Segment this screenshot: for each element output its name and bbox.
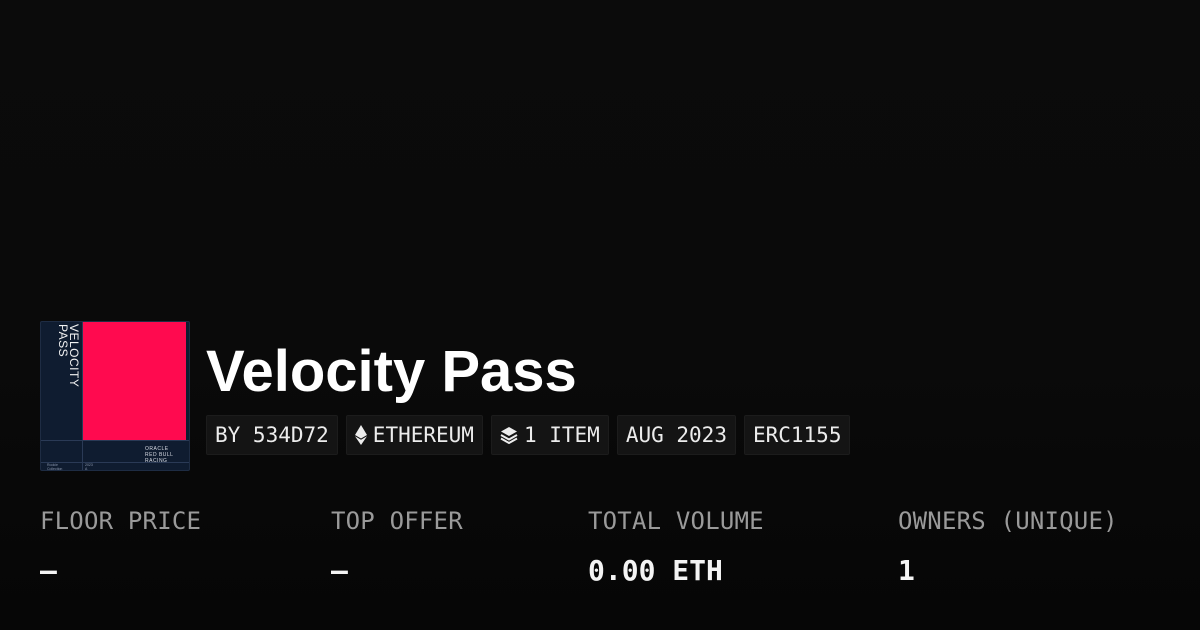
item-count-tag-label: 1 ITEM [523,423,600,447]
standard-tag-label: ERC1155 [752,423,842,447]
collection-tags: BY 534D72 ETHEREUM 1 ITEM AUG 2023 ERC11… [206,415,851,455]
stat-value: 1 [898,554,915,587]
stat-label: FLOOR PRICE [40,507,202,535]
collection-thumbnail[interactable]: VELOCITY PASS ORACLE RED BULL RACING Roo… [40,321,190,471]
date-tag-label: AUG 2023 [625,423,727,447]
creator-tag[interactable]: BY 534D72 [206,415,338,455]
thumbnail-accent-block [83,322,186,440]
thumbnail-divider [41,440,189,441]
stat-top-offer: TOP OFFER – [331,503,463,589]
thumbnail-meta-value: A [85,467,88,471]
ethereum-icon [354,425,367,445]
standard-tag[interactable]: ERC1155 [743,415,851,455]
thumbnail-vertical-title: VELOCITY PASS [56,324,81,388]
stat-value: 0.00 ETH [588,554,723,587]
stat-value: – [331,554,348,587]
item-count-tag[interactable]: 1 ITEM [490,415,609,455]
thumbnail-meta-label: Collection [47,467,63,471]
chain-tag-label: ETHEREUM [372,423,474,447]
date-tag[interactable]: AUG 2023 [616,415,736,455]
creator-tag-label: BY 534D72 [215,423,329,447]
stat-floor-price: FLOOR PRICE – [40,503,201,589]
stat-label: TOTAL VOLUME [588,507,764,535]
stat-label: TOP OFFER [331,507,463,535]
stat-owners: OWNERS (UNIQUE) 1 [898,503,1118,589]
chain-tag[interactable]: ETHEREUM [345,415,483,455]
stat-value: – [40,554,57,587]
stat-label: OWNERS (UNIQUE) [898,507,1118,535]
social-card: VELOCITY PASS ORACLE RED BULL RACING Roo… [0,0,1200,630]
collection-title: Velocity Pass [206,339,577,404]
stat-total-volume: TOTAL VOLUME 0.00 ETH [588,503,764,589]
layers-icon [500,426,518,444]
thumbnail-brand-text: ORACLE RED BULL RACING [145,446,174,464]
